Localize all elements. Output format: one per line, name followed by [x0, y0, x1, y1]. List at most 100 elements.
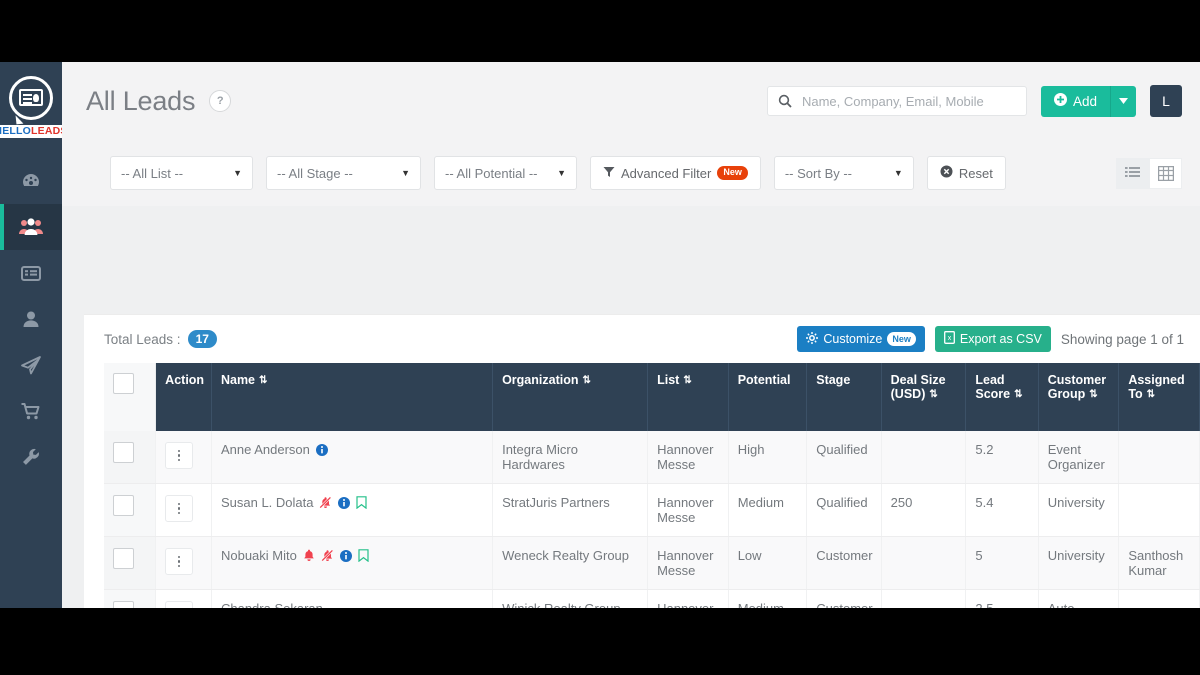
chevron-down-icon: ▼: [557, 168, 566, 178]
sidebar-item-contacts[interactable]: [0, 296, 62, 342]
column-header-action[interactable]: Action: [155, 363, 212, 431]
column-header-name[interactable]: Name ⇅: [211, 363, 494, 431]
sort-by-select[interactable]: -- Sort By -- ▼: [773, 156, 914, 190]
row-checkbox[interactable]: [113, 442, 134, 463]
sidebar-item-settings[interactable]: [0, 434, 62, 480]
list-card-icon: [21, 266, 41, 281]
brand-name-part1: HELLO: [0, 124, 31, 137]
row-actions-menu-button[interactable]: [165, 548, 194, 575]
row-select-cell: [104, 431, 157, 484]
info-circle-icon[interactable]: [339, 549, 352, 562]
row-list-cell: Hannover Messe: [647, 589, 729, 608]
row-checkbox[interactable]: [113, 601, 134, 608]
sort-icon[interactable]: ⇅: [259, 375, 267, 386]
sort-icon[interactable]: ⇅: [1089, 389, 1097, 400]
bell-slash-icon[interactable]: [319, 496, 332, 509]
chevron-down-icon: ▼: [893, 168, 903, 178]
info-circle-icon[interactable]: [338, 496, 351, 509]
row-checkbox[interactable]: [113, 548, 134, 569]
row-name[interactable]: Anne Anderson: [221, 442, 310, 457]
table-row[interactable]: Anne Anderson Integra Micro Hardwares Hann…: [104, 431, 1200, 484]
help-icon[interactable]: ?: [209, 90, 232, 112]
add-dropdown-button[interactable]: [1110, 85, 1136, 117]
column-header-list[interactable]: List ⇅: [647, 363, 729, 431]
sort-icon[interactable]: ⇅: [1147, 389, 1155, 400]
column-header-organization[interactable]: Organization ⇅: [492, 363, 649, 431]
row-customer-group-cell: University: [1038, 483, 1120, 537]
brand-logo[interactable]: HELLOLEADS: [0, 62, 71, 148]
sidebar-item-dashboard[interactable]: [0, 158, 62, 204]
row-name[interactable]: Nobuaki Mito: [221, 548, 297, 563]
filter-stage-select[interactable]: -- All Stage -- ▼: [266, 156, 421, 190]
add-button-group: Add: [1040, 85, 1136, 117]
reset-label: Reset: [958, 165, 993, 181]
customize-new-badge: New: [887, 332, 916, 346]
row-organization-cell: StratJuris Partners: [492, 483, 649, 537]
list-view-icon[interactable]: [1116, 157, 1149, 189]
row-assigned-to-cell: Santhosh Kumar: [1118, 536, 1200, 590]
letterbox-bottom: [0, 608, 1200, 675]
export-csv-button[interactable]: x Export as CSV: [934, 326, 1051, 352]
row-deal-size-cell: [881, 431, 967, 484]
filter-list-select[interactable]: -- All List -- ▼: [110, 156, 253, 190]
row-potential-cell: Low: [728, 536, 808, 590]
row-assigned-to-cell: [1118, 483, 1200, 537]
reset-button[interactable]: Reset: [926, 156, 1006, 190]
table-row[interactable]: Chandra Sekaran Winick Realty GroupHannov…: [104, 589, 1200, 608]
grid-view-icon[interactable]: [1149, 157, 1182, 189]
sort-icon[interactable]: ⇅: [683, 375, 691, 386]
column-header-lead-score[interactable]: Lead Score ⇅: [965, 363, 1039, 431]
customize-button[interactable]: Customize New: [797, 326, 925, 352]
table-row[interactable]: Nobuaki Mito Weneck Realty Group Hannover …: [104, 536, 1200, 590]
row-customer-group-cell: Event Organizer: [1038, 431, 1120, 484]
filter-potential-select[interactable]: -- All Potential -- ▼: [434, 156, 577, 190]
row-name-cell: Nobuaki Mito: [211, 536, 494, 590]
sort-icon[interactable]: ⇅: [1014, 389, 1022, 400]
table-row[interactable]: Susan L. Dolata StratJuris Partners Hannov…: [104, 483, 1200, 537]
bookmark-icon[interactable]: [358, 549, 369, 562]
row-deal-size-cell: [881, 536, 967, 590]
row-list-cell: Hannover Messe: [647, 536, 729, 590]
search-input[interactable]: [801, 87, 1026, 115]
row-list-cell: Hannover Messe: [647, 431, 729, 484]
column-label: Lead Score: [975, 373, 1011, 401]
row-stage-cell: Customer: [806, 589, 882, 608]
column-label: Action: [165, 373, 205, 387]
row-potential-cell: Medium: [728, 483, 808, 537]
total-leads-count: 17: [187, 330, 217, 348]
bell-icon[interactable]: [303, 549, 315, 562]
row-actions-menu-button[interactable]: [165, 442, 194, 469]
select-all-checkbox[interactable]: [113, 373, 134, 394]
add-button[interactable]: Add: [1040, 85, 1110, 117]
row-actions-menu-button[interactable]: [165, 601, 194, 608]
row-name[interactable]: Susan L. Dolata: [221, 495, 314, 510]
letterbox-top: [0, 0, 1200, 62]
avatar[interactable]: L: [1150, 85, 1182, 117]
column-header-deal-size[interactable]: Deal Size (USD) ⇅: [881, 363, 967, 431]
column-header-assigned-to[interactable]: Assigned To ⇅: [1118, 363, 1200, 431]
row-lead-score-cell: 5.4: [965, 483, 1039, 537]
bell-slash-icon[interactable]: [321, 549, 334, 562]
column-header-customer-group[interactable]: Customer Group ⇅: [1038, 363, 1120, 431]
row-lead-score-cell: 5: [965, 536, 1039, 590]
sidebar-item-lists[interactable]: [0, 250, 62, 296]
sort-icon[interactable]: ⇅: [929, 389, 937, 400]
column-label: Organization: [502, 373, 579, 387]
bookmark-icon[interactable]: [356, 496, 368, 509]
row-checkbox[interactable]: [113, 495, 134, 516]
row-name[interactable]: Chandra Sekaran: [221, 601, 323, 608]
paper-plane-icon: [21, 356, 41, 375]
wrench-icon: [23, 448, 39, 465]
sidebar-item-campaigns[interactable]: [0, 342, 62, 388]
sidebar-item-store[interactable]: [0, 388, 62, 434]
sidebar-item-leads[interactable]: [0, 204, 62, 250]
row-name-cell: Susan L. Dolata: [211, 483, 494, 537]
advanced-filter-button[interactable]: Advanced Filter New: [590, 156, 761, 190]
search-icon: [768, 94, 802, 108]
column-header-potential[interactable]: Potential: [728, 363, 808, 431]
search-box: [766, 86, 1027, 116]
column-header-stage[interactable]: Stage: [806, 363, 882, 431]
info-circle-icon[interactable]: [315, 443, 328, 456]
row-actions-menu-button[interactable]: [165, 495, 194, 522]
sort-icon[interactable]: ⇅: [582, 375, 590, 386]
